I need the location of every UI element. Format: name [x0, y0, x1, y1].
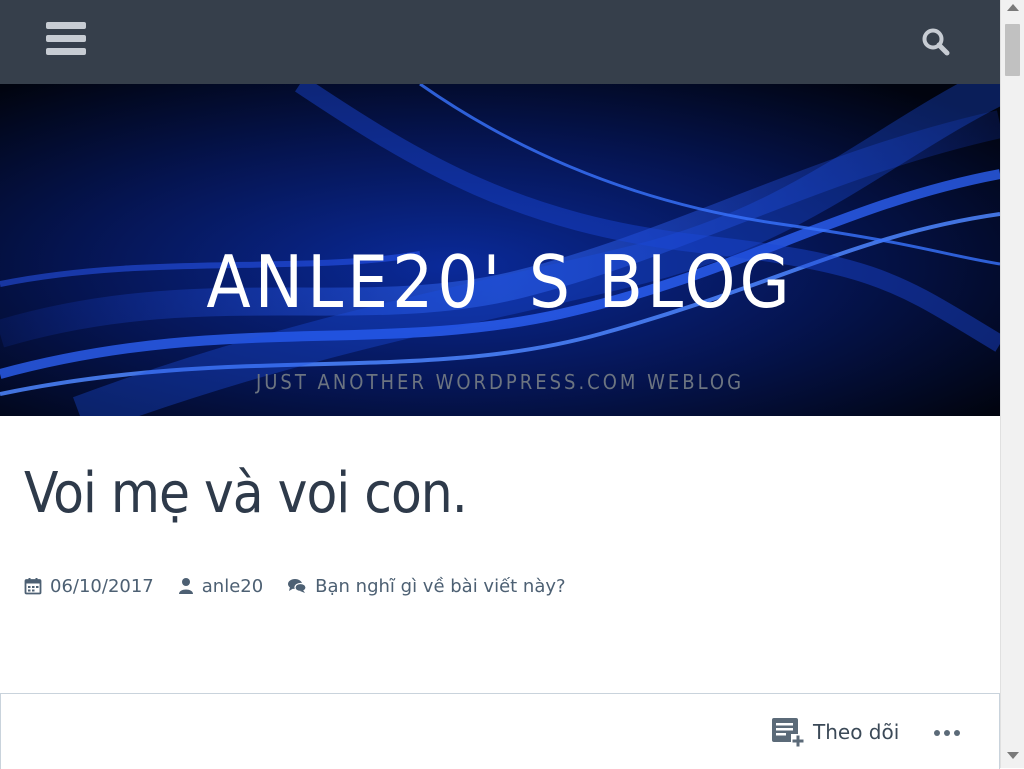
post-comments-link[interactable]: Bạn nghĩ gì về bài viết này?	[287, 575, 566, 597]
user-icon	[178, 578, 193, 594]
follow-button[interactable]: Theo dõi	[771, 714, 899, 750]
post-meta: 06/10/2017 anle20 Bạn nghĩ gì về bài viế…	[24, 574, 590, 598]
search-icon[interactable]	[918, 24, 954, 60]
header-banner: ANLE20' S BLOG JUST ANOTHER WORDPRESS.CO…	[0, 84, 1000, 416]
post-author-link[interactable]: anle20	[178, 576, 263, 597]
site-title[interactable]: ANLE20' S BLOG	[0, 246, 1000, 318]
scrollbar-thumb[interactable]	[1005, 24, 1020, 76]
scroll-down-arrow-icon[interactable]	[1007, 752, 1019, 759]
follow-label: Theo dõi	[813, 720, 900, 744]
follow-bar: Theo dõi	[0, 693, 1000, 769]
ellipsis-icon[interactable]	[929, 722, 965, 742]
calendar-icon	[24, 578, 42, 595]
post-date: 06/10/2017	[50, 575, 154, 597]
site-tagline: JUST ANOTHER WORDPRESS.COM WEBLOG	[255, 370, 745, 394]
scroll-up-arrow-icon[interactable]	[1007, 4, 1019, 11]
post-date-link[interactable]: 06/10/2017	[24, 576, 154, 597]
hamburger-menu-icon[interactable]	[46, 22, 86, 56]
post-comments-text: Bạn nghĩ gì về bài viết này?	[315, 575, 566, 597]
post-author: anle20	[201, 575, 264, 597]
post-title[interactable]: Voi mẹ và voi con.	[24, 466, 468, 522]
vertical-scrollbar[interactable]	[1000, 0, 1024, 768]
comments-icon	[288, 579, 307, 593]
top-bar	[0, 0, 1000, 84]
follow-reader-icon	[772, 718, 805, 748]
